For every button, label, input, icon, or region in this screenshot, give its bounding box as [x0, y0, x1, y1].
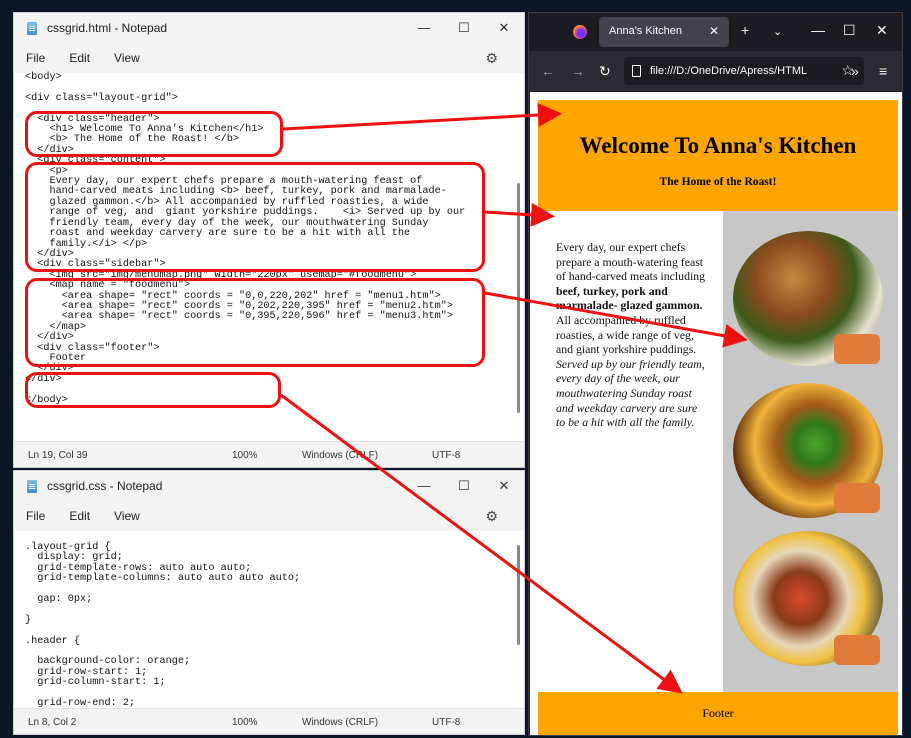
code-line: </div> [25, 332, 74, 344]
page-footer: Footer [538, 692, 898, 735]
overflow-chevrons-icon[interactable]: » [851, 63, 859, 79]
code-line: <div class="content"> [25, 155, 166, 167]
page-sidebar [723, 211, 898, 693]
vertical-scrollbar[interactable] [517, 183, 520, 413]
code-line: </div> [25, 363, 74, 375]
cursor-position: Ln 8, Col 2 [28, 717, 77, 728]
menu-edit[interactable]: Edit [69, 509, 90, 523]
content-text: Every day, our expert chefs prepare a mo… [556, 240, 706, 284]
settings-gear-icon[interactable]: ⚙ [485, 50, 498, 67]
notepad-css-window: cssgrid.css - Notepad — ☐ ✕ File Edit Vi… [13, 470, 525, 735]
close-tab-icon[interactable]: ✕ [709, 24, 719, 38]
status-bar: Ln 19, Col 39 100% Windows (CRLF) UTF-8 [14, 441, 524, 467]
code-line: grid-column-start: 1; [25, 677, 166, 689]
window-title: cssgrid.css - Notepad [47, 479, 163, 493]
code-line: <body> [25, 72, 62, 83]
forward-arrow-icon[interactable]: → [571, 63, 585, 79]
text-editor[interactable]: <body> <div class="layout-grid"> <div cl… [14, 72, 524, 441]
zoom-level: 100% [232, 717, 258, 728]
text-editor[interactable]: .layout-grid { display: grid; grid-templ… [14, 531, 524, 719]
code-line: </body> [25, 394, 68, 406]
address-bar[interactable]: file:///D:/OneDrive/Apress/HTML ☆ [624, 57, 864, 85]
maximize-icon[interactable]: ☐ [843, 22, 856, 39]
minimize-icon[interactable]: — [811, 22, 825, 38]
close-icon[interactable]: ✕ [876, 22, 888, 39]
title-bar: cssgrid.css - Notepad — ☐ ✕ [14, 471, 524, 501]
line-ending: Windows (CRLF) [302, 717, 379, 728]
code-line: gap: 0px; [25, 594, 93, 606]
menu-bar: File Edit View ⚙ [14, 501, 524, 531]
hamburger-menu-icon[interactable]: ≡ [879, 63, 887, 79]
content-italic-text: Served up by our friendly team, every da… [556, 356, 705, 430]
page-title: Welcome To Anna's Kitchen [579, 133, 857, 158]
menu-view[interactable]: View [114, 509, 140, 523]
vertical-scrollbar[interactable] [517, 545, 520, 645]
code-line: <b> The Home of the Roast! </b> [25, 134, 239, 146]
status-bar: Ln 8, Col 2 100% Windows (CRLF) UTF-8 [14, 708, 524, 734]
close-icon[interactable]: ✕ [484, 471, 524, 501]
url-text: file:///D:/OneDrive/Apress/HTML [650, 65, 808, 77]
menu3-button[interactable] [834, 635, 880, 665]
notepad-html-window: cssgrid.html - Notepad — ☐ ✕ File Edit V… [13, 12, 525, 468]
menu-file[interactable]: File [26, 509, 45, 523]
menu-edit[interactable]: Edit [69, 51, 90, 65]
menu-file[interactable]: File [26, 51, 45, 65]
page-subtitle: The Home of the Roast! [659, 176, 777, 188]
tab-list-chevron-icon[interactable]: ⌄ [773, 25, 782, 38]
menu-view[interactable]: View [114, 51, 140, 65]
code-line: grid-template-columns: auto auto auto au… [25, 573, 301, 585]
encoding: UTF-8 [432, 717, 461, 728]
code-line: </div> [25, 373, 62, 385]
page-header: Welcome To Anna's Kitchen The Home of th… [538, 100, 898, 211]
minimize-icon[interactable]: — [404, 13, 444, 43]
page-content: Every day, our expert chefs prepare a mo… [556, 240, 706, 430]
code-line: <div class="footer"> [25, 342, 160, 354]
settings-gear-icon[interactable]: ⚙ [485, 508, 498, 525]
firefox-window: Anna's Kitchen ✕ + ⌄ — ☐ ✕ ← → ↻ file://… [528, 12, 903, 736]
minimize-icon[interactable]: — [404, 471, 444, 501]
notepad-icon [27, 479, 37, 493]
tab-title: Anna's Kitchen [609, 25, 683, 37]
encoding: UTF-8 [432, 450, 461, 461]
cursor-position: Ln 19, Col 39 [28, 450, 88, 461]
code-text: <body> <div class="layout-grid"> <div cl… [14, 72, 524, 406]
code-line: </map> [25, 321, 87, 333]
title-bar: cssgrid.html - Notepad — ☐ ✕ [14, 13, 524, 43]
code-line: .header { [25, 635, 81, 647]
navigation-toolbar: ← → ↻ file:///D:/OneDrive/Apress/HTML ☆ … [529, 51, 902, 91]
code-line: <area shape= "rect" coords = "0,395,220,… [25, 311, 453, 323]
reload-icon[interactable]: ↻ [599, 63, 611, 80]
maximize-icon[interactable]: ☐ [444, 13, 484, 43]
content-bold-text: beef, turkey, pork and marmalade- glazed… [556, 283, 703, 313]
new-tab-icon[interactable]: + [741, 22, 749, 38]
code-text: .layout-grid { display: grid; grid-templ… [14, 531, 524, 720]
code-line: } [25, 614, 32, 626]
code-line: <map name = "foodmenu"> [25, 280, 191, 292]
window-title: cssgrid.html - Notepad [47, 21, 168, 35]
code-line: roast and weekday carvery are sure to be… [25, 228, 411, 240]
close-icon[interactable]: ✕ [484, 13, 524, 43]
line-ending: Windows (CRLF) [302, 450, 379, 461]
page-document-icon [632, 65, 641, 77]
tab-bar: Anna's Kitchen ✕ + ⌄ — ☐ ✕ [529, 13, 902, 51]
content-text-2: All accompanied by ruffled roasties, a w… [556, 312, 697, 357]
firefox-logo-icon[interactable] [573, 25, 587, 39]
tab-annas-kitchen[interactable]: Anna's Kitchen ✕ [599, 17, 729, 47]
notepad-icon [27, 21, 37, 35]
maximize-icon[interactable]: ☐ [444, 471, 484, 501]
menu1-button[interactable] [834, 334, 880, 364]
zoom-level: 100% [232, 450, 258, 461]
back-arrow-icon[interactable]: ← [541, 63, 555, 79]
code-line: Footer [25, 352, 87, 364]
menu2-button[interactable] [834, 483, 880, 513]
menu-bar: File Edit View ⚙ [14, 43, 524, 73]
rendered-page: Welcome To Anna's Kitchen The Home of th… [530, 92, 902, 735]
code-line: <div class="layout-grid"> [25, 92, 178, 104]
code-line: family.</i> </p> [25, 238, 148, 250]
